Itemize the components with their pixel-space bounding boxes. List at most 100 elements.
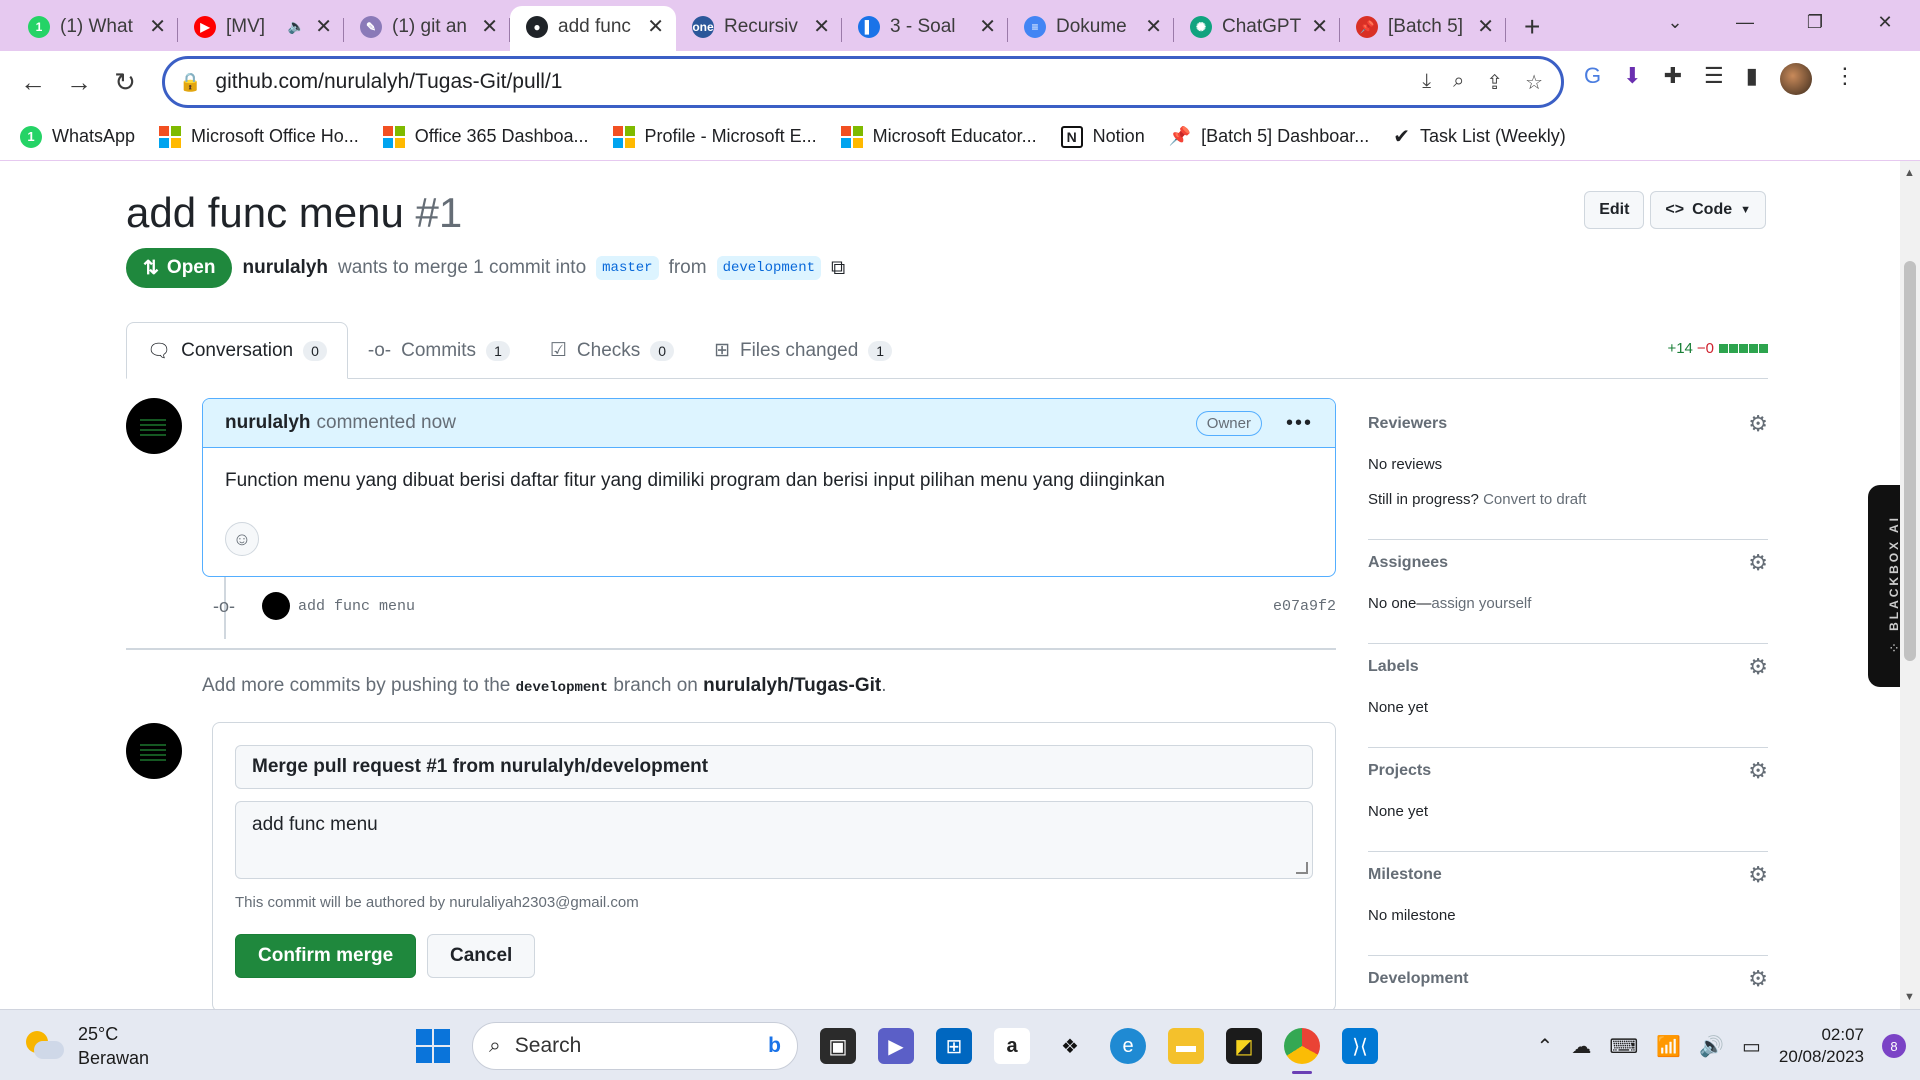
scroll-up-icon[interactable]: ▲ [1904,167,1915,179]
sticky-notes-icon[interactable]: ◩ [1226,1028,1262,1064]
assign-yourself-link[interactable]: assign yourself [1431,595,1531,612]
merge-title-input[interactable]: Merge pull request #1 from nurulalyh/dev… [235,745,1313,789]
url-text[interactable]: github.com/nurulalyh/Tugas-Git/pull/1 [215,70,1422,94]
browser-tab[interactable]: 1 (1) What ✕ [12,6,178,51]
push-hint-repo[interactable]: nurulalyh/Tugas-Git [703,675,881,696]
bing-icon[interactable]: b [768,1034,781,1058]
bookmark-item[interactable]: ✔ Task List (Weekly) [1393,124,1565,149]
commit-message[interactable]: add func menu [298,598,415,615]
browser-menu-icon[interactable]: ⋮ [1834,63,1856,95]
bookmark-item[interactable]: 1 WhatsApp [20,125,135,148]
reload-icon[interactable]: ↻ [102,67,148,98]
merge-message-textarea[interactable]: add func menu [235,801,1313,879]
kebab-menu-icon[interactable]: ••• [1286,412,1313,435]
tab-files-changed[interactable]: ⊞ Files changed 1 [694,322,912,379]
tab-commits[interactable]: -o- Commits 1 [348,322,530,379]
milestone-title[interactable]: Milestone [1368,866,1768,884]
comment-author[interactable]: nurulalyh [225,412,311,434]
close-tab-icon[interactable]: ✕ [481,14,498,39]
close-tab-icon[interactable]: ✕ [813,14,830,39]
battery-icon[interactable]: ▭ [1742,1034,1761,1059]
head-branch[interactable]: development [716,256,821,280]
volume-icon[interactable]: 🔊 [1699,1034,1724,1059]
pr-author-link[interactable]: nurulalyh [242,257,328,279]
bookmark-item[interactable]: N Notion [1060,125,1145,148]
dropbox-icon[interactable]: ❖ [1052,1028,1088,1064]
comment-author-avatar[interactable] [126,398,182,454]
browser-tab[interactable]: ✎ (1) git an ✕ [344,6,510,51]
download-extension-icon[interactable]: ⬇ [1623,63,1641,95]
address-bar[interactable]: 🔒 github.com/nurulalyh/Tugas-Git/pull/1 … [162,56,1564,108]
merger-avatar[interactable] [126,723,182,779]
reviewers-gear-icon[interactable]: ⚙ [1748,411,1768,437]
keyboard-icon[interactable]: ⌨ [1609,1034,1638,1059]
page-scrollbar[interactable]: ▲ ▼ [1900,161,1920,1009]
bookmark-item[interactable]: Office 365 Dashboa... [382,125,589,148]
side-panel-icon[interactable]: ▮ [1746,63,1758,95]
onedrive-icon[interactable]: ☁ [1571,1034,1591,1059]
close-tab-icon[interactable]: ✕ [1145,14,1162,39]
projects-gear-icon[interactable]: ⚙ [1748,758,1768,784]
translate-icon[interactable]: G [1584,63,1601,95]
tab-checks[interactable]: ☑ Checks 0 [530,322,694,379]
base-branch[interactable]: master [596,256,659,280]
browser-tab[interactable]: one Recursiv ✕ [676,6,842,51]
lock-icon[interactable]: 🔒 [179,72,201,93]
development-gear-icon[interactable]: ⚙ [1748,966,1768,992]
reviewers-title[interactable]: Reviewers [1368,415,1768,433]
vscode-icon[interactable]: ⟩⟨ [1342,1028,1378,1064]
new-tab-button[interactable]: + [1524,11,1540,43]
audio-playing-icon[interactable]: 🔈 [288,18,305,35]
chrome-icon[interactable] [1284,1028,1320,1074]
taskbar-search[interactable]: ⌕ Search b [472,1022,798,1070]
bookmark-item[interactable]: 📌 [Batch 5] Dashboar... [1169,126,1370,147]
close-tab-icon[interactable]: ✕ [1311,14,1328,39]
bookmark-item[interactable]: Profile - Microsoft E... [612,125,817,148]
share-icon[interactable]: ⇪ [1486,70,1503,95]
profile-avatar[interactable] [1779,63,1812,95]
browser-tab[interactable]: 📌 [Batch 5] ✕ [1340,6,1506,51]
close-tab-icon[interactable]: ✕ [1477,14,1494,39]
edit-button[interactable]: Edit [1584,191,1645,229]
bookmark-item[interactable]: Microsoft Office Ho... [159,125,359,148]
install-app-icon[interactable]: ⤓ [1422,70,1431,95]
browser-tab[interactable]: ● add func ✕ [510,6,676,51]
browser-tab[interactable]: ▌ 3 - Soal ✕ [842,6,1008,51]
commit-author-avatar[interactable] [262,592,290,620]
close-tab-icon[interactable]: ✕ [647,14,664,39]
extensions-puzzle-icon[interactable]: ✚ [1664,63,1682,95]
teams-chat-icon[interactable]: ▶ [878,1028,914,1064]
zoom-icon[interactable]: ⌕ [1453,70,1464,95]
browser-tab[interactable]: ▶ [MV] 🔈 ✕ [178,6,344,51]
milestone-gear-icon[interactable]: ⚙ [1748,862,1768,888]
scrollbar-thumb[interactable] [1904,261,1916,661]
code-button[interactable]: <> Code ▼ [1650,191,1766,229]
projects-title[interactable]: Projects [1368,762,1768,780]
close-window-button[interactable]: ✕ [1850,12,1920,33]
file-explorer-icon[interactable]: ▬ [1168,1028,1204,1064]
media-queue-icon[interactable]: ☰ [1704,63,1724,95]
browser-tab[interactable]: ✺ ChatGPT ✕ [1174,6,1340,51]
comment-meta[interactable]: commented now [317,412,456,434]
bookmark-item[interactable]: Microsoft Educator... [840,125,1037,148]
weather-widget[interactable]: 25°C Berawan [26,1022,149,1070]
tab-conversation[interactable]: 🗨 Conversation 0 [126,322,348,379]
close-tab-icon[interactable]: ✕ [149,14,166,39]
assignees-title[interactable]: Assignees [1368,554,1768,572]
close-tab-icon[interactable]: ✕ [315,14,332,39]
close-tab-icon[interactable]: ✕ [979,14,996,39]
add-reaction-icon[interactable]: ☺ [225,522,259,556]
labels-gear-icon[interactable]: ⚙ [1748,654,1768,680]
labels-title[interactable]: Labels [1368,658,1768,676]
cancel-merge-button[interactable]: Cancel [427,934,536,978]
back-icon[interactable]: ← [10,67,56,98]
confirm-merge-button[interactable]: Confirm merge [235,934,417,978]
notification-badge[interactable]: 8 [1882,1034,1906,1058]
scroll-down-icon[interactable]: ▼ [1904,991,1915,1003]
commit-sha[interactable]: e07a9f2 [1273,598,1336,615]
edge-icon[interactable]: e [1110,1028,1146,1064]
copy-icon[interactable]: ⧉ [831,257,845,280]
amazon-icon[interactable]: a [994,1028,1030,1064]
convert-to-draft-link[interactable]: Convert to draft [1483,491,1586,508]
development-title[interactable]: Development [1368,970,1768,988]
